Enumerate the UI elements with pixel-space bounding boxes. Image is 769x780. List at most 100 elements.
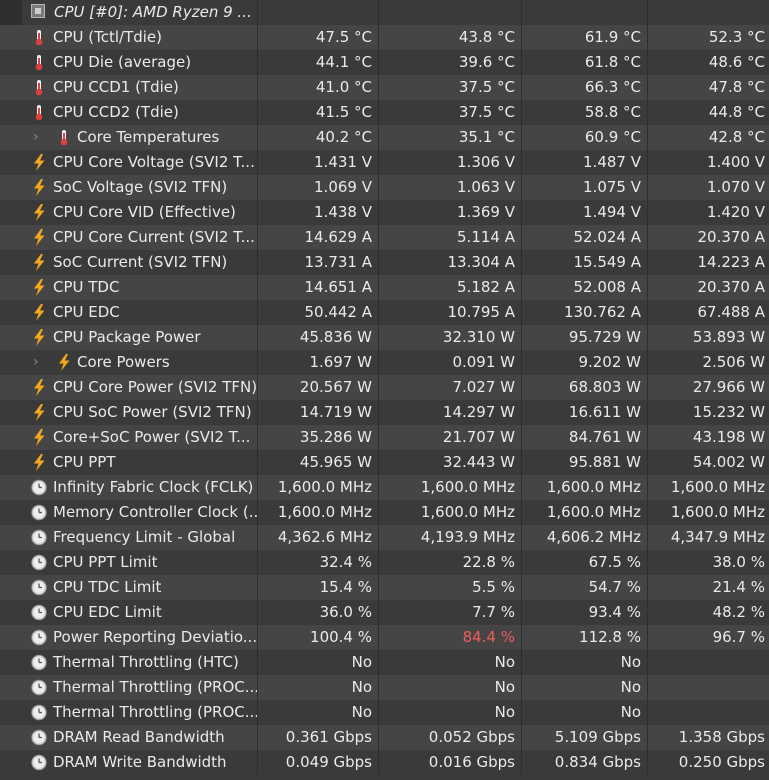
sensor-name-cell: SoC Voltage (SVI2 TFN) <box>0 175 257 200</box>
sensor-row[interactable]: CPU PPT Limit 32.4 % 22.8 % 67.5 % 38.0 % <box>0 550 769 575</box>
lightning-icon <box>31 429 47 446</box>
sensor-group-header[interactable]: CPU [#0]: AMD Ryzen 9 ... <box>0 0 769 25</box>
sensor-row[interactable]: CPU TDC Limit 15.4 % 5.5 % 54.7 % 21.4 % <box>0 575 769 600</box>
sensor-name: CPU PPT Limit <box>53 553 158 571</box>
sensor-value-3: 0.834 Gbps <box>521 750 647 775</box>
sensor-row[interactable]: Core+SoC Power (SVI2 T... 35.286 W 21.707 … <box>0 425 769 450</box>
sensor-name: Infinity Fabric Clock (FCLK) <box>53 478 254 496</box>
sensor-value-2: 84.4 % <box>378 625 521 650</box>
sensor-row[interactable]: CPU (Tctl/Tdie) 47.5 °C 43.8 °C 61.9 °C 52.3… <box>0 25 769 50</box>
sensor-row[interactable]: CPU Core Voltage (SVI2 T... 1.431 V 1.306 … <box>0 150 769 175</box>
sensor-value-3: No <box>521 650 647 675</box>
sensor-value-2: 5.182 A <box>378 275 521 300</box>
sensor-value-2: 22.8 % <box>378 550 521 575</box>
sensor-row[interactable]: CPU Core Power (SVI2 TFN) 20.567 W 7.027 W… <box>0 375 769 400</box>
sensor-value-1: No <box>257 650 378 675</box>
sensor-group-title: CPU [#0]: AMD Ryzen 9 ... <box>54 3 252 21</box>
sensor-row[interactable]: Memory Controller Clock (... 1,600.0 MHz 1… <box>0 500 769 525</box>
sensor-name: Frequency Limit - Global <box>53 528 236 546</box>
sensor-value-2: No <box>378 700 521 725</box>
sensor-value-4: 47.8 °C <box>647 75 769 100</box>
sensor-name-cell: Frequency Limit - Global <box>0 525 257 550</box>
sensor-name: CPU Core Power (SVI2 TFN) <box>53 378 257 396</box>
sensor-name: Thermal Throttling (PROC... <box>53 678 257 696</box>
sensor-value-1: 14.629 A <box>257 225 378 250</box>
expand-chevron-icon[interactable]: › <box>33 350 39 375</box>
sensor-name-cell: Thermal Throttling (HTC) <box>0 650 257 675</box>
sensor-name-cell: CPU PPT Limit <box>0 550 257 575</box>
sensor-row[interactable]: SoC Current (SVI2 TFN) 13.731 A 13.304 A 15… <box>0 250 769 275</box>
header-cell <box>647 0 769 25</box>
sensor-value-1: 20.567 W <box>257 375 378 400</box>
sensor-value-1: 14.719 W <box>257 400 378 425</box>
sensor-value-1: No <box>257 700 378 725</box>
sensor-row[interactable]: CPU SoC Power (SVI2 TFN) 14.719 W 14.297 W… <box>0 400 769 425</box>
sensor-row[interactable]: DRAM Write Bandwidth 0.049 Gbps 0.016 Gbps… <box>0 750 769 775</box>
sensor-row[interactable]: SoC Voltage (SVI2 TFN) 1.069 V 1.063 V 1.07… <box>0 175 769 200</box>
sensor-row[interactable]: CPU EDC Limit 36.0 % 7.7 % 93.4 % 48.2 % <box>0 600 769 625</box>
sensor-name-cell: CPU Core VID (Effective) <box>0 200 257 225</box>
cpu-chip-icon <box>31 4 45 18</box>
sensor-value-1: 0.049 Gbps <box>257 750 378 775</box>
sensor-row[interactable]: CPU CCD2 (Tdie) 41.5 °C 37.5 °C 58.8 °C 44.8… <box>0 100 769 125</box>
sensor-row[interactable]: › Core Temperatures 40.2 °C 35.1 °C 60.9 °C 4… <box>0 125 769 150</box>
sensor-value-3: 58.8 °C <box>521 100 647 125</box>
sensor-value-1: 15.4 % <box>257 575 378 600</box>
sensor-value-1: 45.836 W <box>257 325 378 350</box>
sensor-value-2: 35.1 °C <box>378 125 521 150</box>
thermometer-icon <box>56 129 72 146</box>
sensor-name-cell: CPU TDC <box>0 275 257 300</box>
sensor-row[interactable]: Thermal Throttling (PROC... No No No <box>0 700 769 725</box>
sensor-name-cell: CPU EDC Limit <box>0 600 257 625</box>
lightning-icon <box>31 229 47 246</box>
sensor-value-2: 32.443 W <box>378 450 521 475</box>
sensor-row[interactable]: CPU Core Current (SVI2 T... 14.629 A 5.114… <box>0 225 769 250</box>
sensor-row[interactable]: Thermal Throttling (HTC) No No No <box>0 650 769 675</box>
sensor-row[interactable]: Infinity Fabric Clock (FCLK) 1,600.0 MHz 1… <box>0 475 769 500</box>
sensor-row[interactable]: CPU TDC 14.651 A 5.182 A 52.008 A 20.370 A <box>0 275 769 300</box>
sensor-value-4: 42.8 °C <box>647 125 769 150</box>
lightning-icon <box>31 179 47 196</box>
sensor-value-4: 14.223 A <box>647 250 769 275</box>
sensor-value-4: 4,347.9 MHz <box>647 525 769 550</box>
sensor-row[interactable]: CPU Package Power 45.836 W 32.310 W 95.729 … <box>0 325 769 350</box>
sensor-name-cell: CPU Core Voltage (SVI2 T... <box>0 150 257 175</box>
sensor-row[interactable]: DRAM Read Bandwidth 0.361 Gbps 0.052 Gbps 5… <box>0 725 769 750</box>
sensor-name-cell: SoC Current (SVI2 TFN) <box>0 250 257 275</box>
sensor-name-cell: CPU CCD2 (Tdie) <box>0 100 257 125</box>
sensor-row[interactable]: CPU EDC 50.442 A 10.795 A 130.762 A 67.488 A <box>0 300 769 325</box>
sensor-value-3: 1.487 V <box>521 150 647 175</box>
sensor-row[interactable]: Thermal Throttling (PROC... No No No <box>0 675 769 700</box>
expand-chevron-icon[interactable]: › <box>33 125 39 150</box>
sensor-row[interactable]: CPU PPT 45.965 W 32.443 W 95.881 W 54.002 W <box>0 450 769 475</box>
sensor-value-3: 52.008 A <box>521 275 647 300</box>
sensor-value-2: 5.114 A <box>378 225 521 250</box>
header-cell <box>378 0 521 25</box>
sensor-row[interactable]: CPU Core VID (Effective) 1.438 V 1.369 V 1.… <box>0 200 769 225</box>
sensor-row[interactable]: Frequency Limit - Global 4,362.6 MHz 4,193… <box>0 525 769 550</box>
sensor-name: CPU Core Current (SVI2 T... <box>53 228 255 246</box>
lightning-icon <box>31 329 47 346</box>
clock-icon <box>31 729 47 746</box>
sensor-value-1: 41.0 °C <box>257 75 378 100</box>
sensor-value-1: 14.651 A <box>257 275 378 300</box>
clock-icon <box>31 504 47 521</box>
sensor-row[interactable]: CPU Die (average) 44.1 °C 39.6 °C 61.8 °C 48… <box>0 50 769 75</box>
sensor-row[interactable]: › Core Powers 1.697 W 0.091 W 9.202 W 2.506 W <box>0 350 769 375</box>
sensor-name-cell: CPU Core Current (SVI2 T... <box>0 225 257 250</box>
sensor-name-cell: › Core Powers <box>0 350 257 375</box>
sensor-row[interactable]: Power Reporting Deviatio... 100.4 % 84.4 %… <box>0 625 769 650</box>
sensor-value-1: 1.438 V <box>257 200 378 225</box>
sensor-value-4 <box>647 700 769 725</box>
sensor-value-1: No <box>257 675 378 700</box>
sensor-value-4: 2.506 W <box>647 350 769 375</box>
header-cell <box>521 0 647 25</box>
sensor-name: CPU CCD1 (Tdie) <box>53 78 179 96</box>
sensor-row[interactable]: CPU CCD1 (Tdie) 41.0 °C 37.5 °C 66.3 °C 47.8… <box>0 75 769 100</box>
lightning-icon <box>31 454 47 471</box>
sensor-value-2: 1.063 V <box>378 175 521 200</box>
sensor-value-2: 0.016 Gbps <box>378 750 521 775</box>
sensor-value-2: 14.297 W <box>378 400 521 425</box>
sensor-name: CPU EDC Limit <box>53 603 162 621</box>
sensor-value-4: 1.420 V <box>647 200 769 225</box>
